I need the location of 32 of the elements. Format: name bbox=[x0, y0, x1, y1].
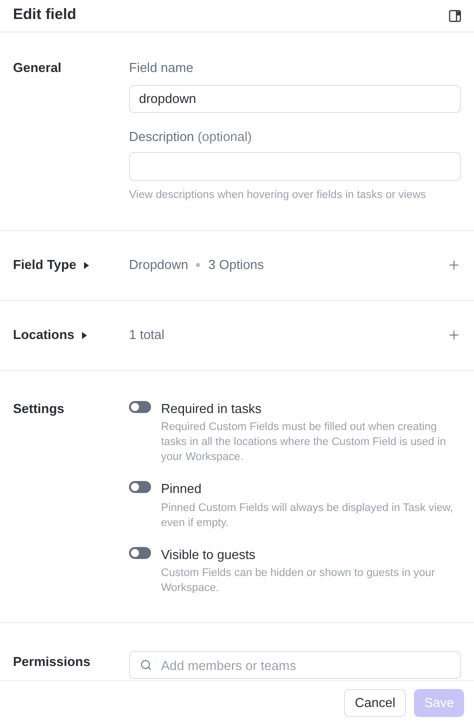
summary-text: 3 Options bbox=[208, 256, 264, 274]
section-label: General bbox=[13, 59, 62, 77]
panel-title: Edit field bbox=[13, 5, 76, 26]
section-label: Permissions bbox=[13, 653, 92, 671]
field-name-input[interactable]: dropdown bbox=[129, 84, 461, 112]
field-label: Field name bbox=[129, 59, 194, 77]
description-input[interactable] bbox=[129, 152, 461, 181]
toggle-switch[interactable] bbox=[129, 546, 151, 558]
toggle-switch[interactable] bbox=[129, 481, 151, 493]
setting-description: Required Custom Fields must be filled out when creating tasks in all the locations where the Custom Field is used in your Workspace. bbox=[161, 420, 447, 465]
field-label: Description (optional) bbox=[129, 128, 253, 146]
setting-description: Custom Fields can be hidden or shown to guests in your Workspace. bbox=[161, 566, 436, 596]
section-toggle[interactable]: Field Type bbox=[13, 255, 129, 275]
setting-title: Pinned bbox=[161, 480, 202, 498]
search-field[interactable]: Add members or teams bbox=[129, 651, 461, 679]
search-icon bbox=[140, 659, 152, 671]
toggle-switch[interactable] bbox=[129, 400, 151, 412]
add-icon[interactable] bbox=[447, 258, 461, 272]
section-toggle[interactable]: Locations bbox=[13, 325, 129, 345]
section-label: Settings bbox=[13, 400, 66, 418]
caret-icon bbox=[82, 332, 88, 338]
hint-text: View descriptions when hovering over fields in tasks or views bbox=[129, 188, 427, 203]
dot-separator-icon bbox=[196, 263, 200, 267]
setting-description: Pinned Custom Fields will always be displayed in Task view, even if empty. bbox=[161, 500, 454, 530]
summary-text: Dropdown bbox=[129, 256, 188, 274]
add-icon[interactable] bbox=[447, 328, 461, 342]
caret-icon bbox=[84, 262, 90, 268]
cancel-button[interactable]: Cancel bbox=[344, 689, 406, 717]
sidebar-toggle-icon[interactable] bbox=[449, 10, 461, 22]
summary-text: 1 total bbox=[129, 326, 164, 344]
setting-title: Visible to guests bbox=[161, 546, 256, 564]
setting-title: Required in tasks bbox=[161, 400, 262, 418]
